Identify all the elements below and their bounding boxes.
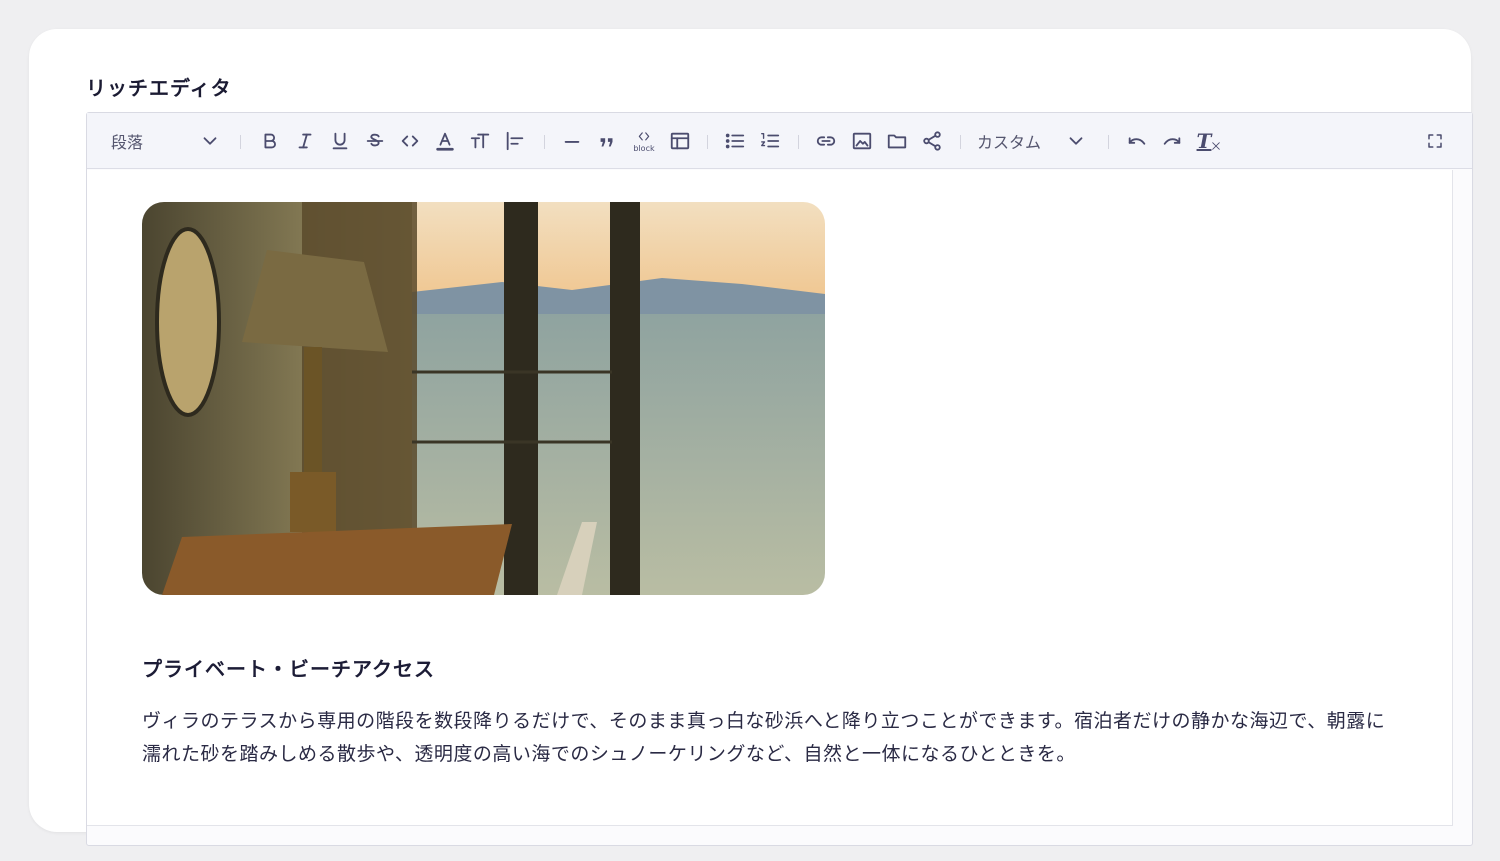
bullet-list-button[interactable] <box>722 127 748 155</box>
content-image[interactable] <box>142 202 825 595</box>
font-color-button[interactable] <box>432 127 458 155</box>
content-paragraph: ヴィラのテラスから専用の階段を数段降りるだけで、そのまま真っ白な砂浜へと降り立つ… <box>142 710 1386 765</box>
card-title: リッチエディタ <box>86 76 232 100</box>
clear-x-icon <box>1212 142 1221 150</box>
strikethrough-button[interactable] <box>362 127 388 155</box>
bold-icon <box>264 133 276 149</box>
font-size-button[interactable] <box>467 127 493 155</box>
horizontal-rule-button[interactable] <box>559 127 585 155</box>
rich-text-editor: 段落 block カスタム T プライベート・ビーチアクセス ヴィラのテラスから… <box>86 112 1473 846</box>
link-icon <box>816 136 836 146</box>
fullscreen-button[interactable] <box>1422 127 1448 155</box>
clear-format-icon: T <box>1196 129 1212 153</box>
numbered-list-icon <box>761 132 780 148</box>
share-icon <box>923 131 941 151</box>
underline-icon <box>332 132 348 150</box>
toolbar-divider <box>544 135 545 149</box>
code-block-button[interactable]: block <box>629 127 659 155</box>
content-heading: プライベート・ビーチアクセス <box>142 657 435 681</box>
numbered-list-button[interactable] <box>757 127 783 155</box>
toolbar-divider <box>960 135 961 149</box>
bullet-list-icon <box>725 133 745 149</box>
align-button[interactable] <box>502 127 528 155</box>
italic-icon <box>298 133 312 149</box>
toolbar-divider <box>798 135 799 149</box>
toolbar-divider <box>240 135 241 149</box>
file-button[interactable] <box>884 127 910 155</box>
toolbar-divider <box>707 135 708 149</box>
code-block-label: block <box>633 143 655 153</box>
italic-button[interactable] <box>292 127 318 155</box>
horizontal-rule-icon <box>564 141 580 143</box>
block-format-value: 段落 <box>111 133 144 152</box>
toolbar-divider <box>1108 135 1109 149</box>
underline-button[interactable] <box>327 127 353 155</box>
bold-button[interactable] <box>257 127 283 155</box>
font-style-value: カスタム <box>977 133 1042 152</box>
fullscreen-icon <box>1428 134 1442 148</box>
editor-content[interactable]: プライベート・ビーチアクセス ヴィラのテラスから専用の階段を数段降りるだけで、そ… <box>87 170 1453 826</box>
undo-icon <box>1128 137 1146 145</box>
clear-format-button[interactable]: T <box>1195 127 1223 155</box>
redo-icon <box>1163 137 1181 145</box>
code-icon <box>401 135 419 147</box>
photo-illustration <box>142 202 825 595</box>
font-color-icon <box>436 132 454 151</box>
table-icon <box>670 132 690 150</box>
font-style-select[interactable]: カスタム <box>977 127 1087 155</box>
quote-icon <box>600 138 613 147</box>
redo-button[interactable] <box>1159 127 1185 155</box>
undo-button[interactable] <box>1124 127 1150 155</box>
chevron-down-icon <box>1069 137 1083 145</box>
editor-toolbar: 段落 block カスタム T <box>87 113 1472 169</box>
link-button[interactable] <box>813 127 839 155</box>
block-format-select[interactable]: 段落 <box>111 127 221 155</box>
inline-code-button[interactable] <box>397 127 423 155</box>
folder-icon <box>887 134 907 149</box>
chevron-down-icon <box>203 137 217 145</box>
table-button[interactable] <box>667 127 693 155</box>
editor-card: リッチエディタ 段落 block カスタム T プライベート・ビーチアクセス ヴ… <box>29 29 1473 846</box>
blockquote-button[interactable] <box>594 127 620 155</box>
image-icon <box>852 132 872 150</box>
align-left-icon <box>506 131 524 151</box>
strikethrough-icon <box>366 133 384 147</box>
image-button[interactable] <box>849 127 875 155</box>
font-size-icon <box>470 133 490 149</box>
code-block-icon <box>638 131 650 140</box>
share-button[interactable] <box>919 127 945 155</box>
